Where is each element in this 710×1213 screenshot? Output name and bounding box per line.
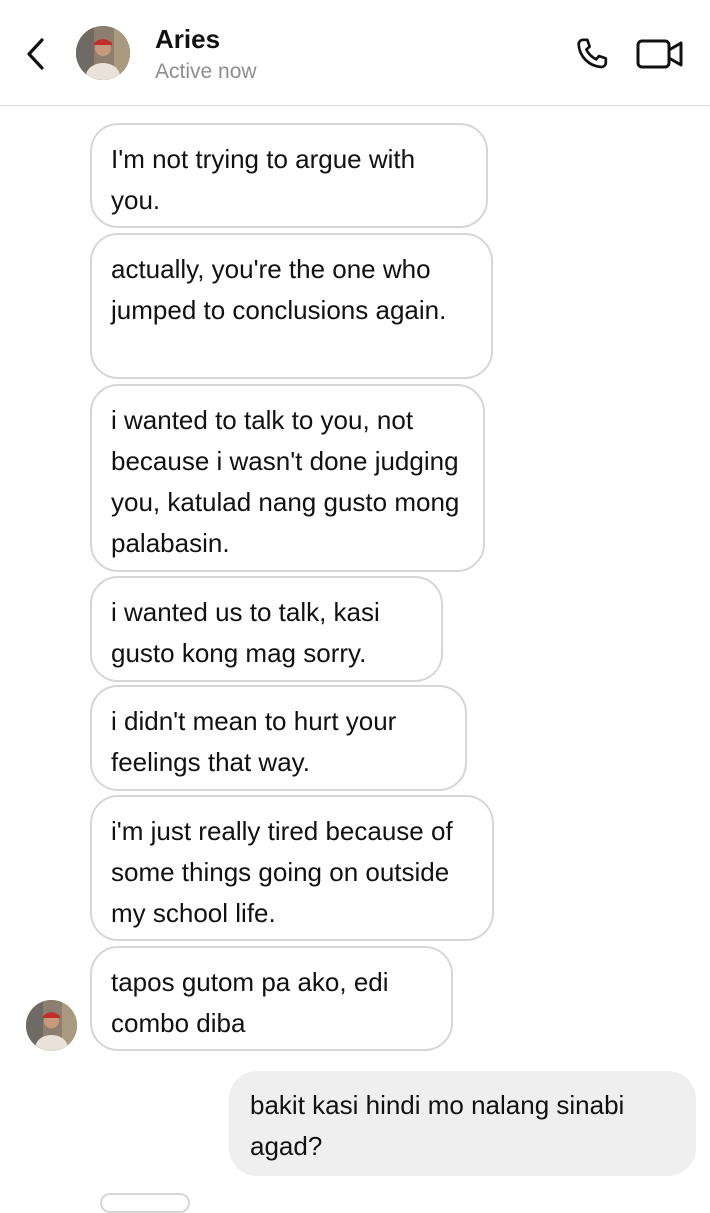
- message-bubble-received[interactable]: i wanted to talk to you, not because i w…: [90, 384, 485, 572]
- active-status: Active now: [155, 60, 257, 83]
- message-bubble-received[interactable]: tapos gutom pa ako, edi combo diba: [90, 946, 453, 1051]
- message-bubble-partial: [100, 1193, 190, 1213]
- message-bubble-received[interactable]: i didn't mean to hurt your feelings that…: [90, 685, 467, 791]
- phone-icon: [577, 38, 608, 69]
- chat-header: Aries Active now: [0, 0, 710, 106]
- video-camera-icon: [636, 39, 683, 69]
- video-call-button[interactable]: [634, 34, 686, 74]
- message-bubble-sent[interactable]: bakit kasi hindi mo nalang sinabi agad?: [229, 1071, 696, 1176]
- message-bubble-received[interactable]: I'm not trying to argue with you.: [90, 123, 488, 228]
- back-button[interactable]: [20, 34, 50, 74]
- message-bubble-received[interactable]: actually, you're the one who jumped to c…: [90, 233, 493, 379]
- message-bubble-received[interactable]: i'm just really tired because of some th…: [90, 795, 494, 941]
- chevron-left-icon: [27, 38, 44, 70]
- contact-avatar[interactable]: [76, 26, 130, 80]
- contact-name[interactable]: Aries: [155, 24, 220, 55]
- audio-call-button[interactable]: [570, 34, 614, 74]
- sender-avatar[interactable]: [26, 1000, 77, 1051]
- message-bubble-received[interactable]: i wanted us to talk, kasi gusto kong mag…: [90, 576, 443, 682]
